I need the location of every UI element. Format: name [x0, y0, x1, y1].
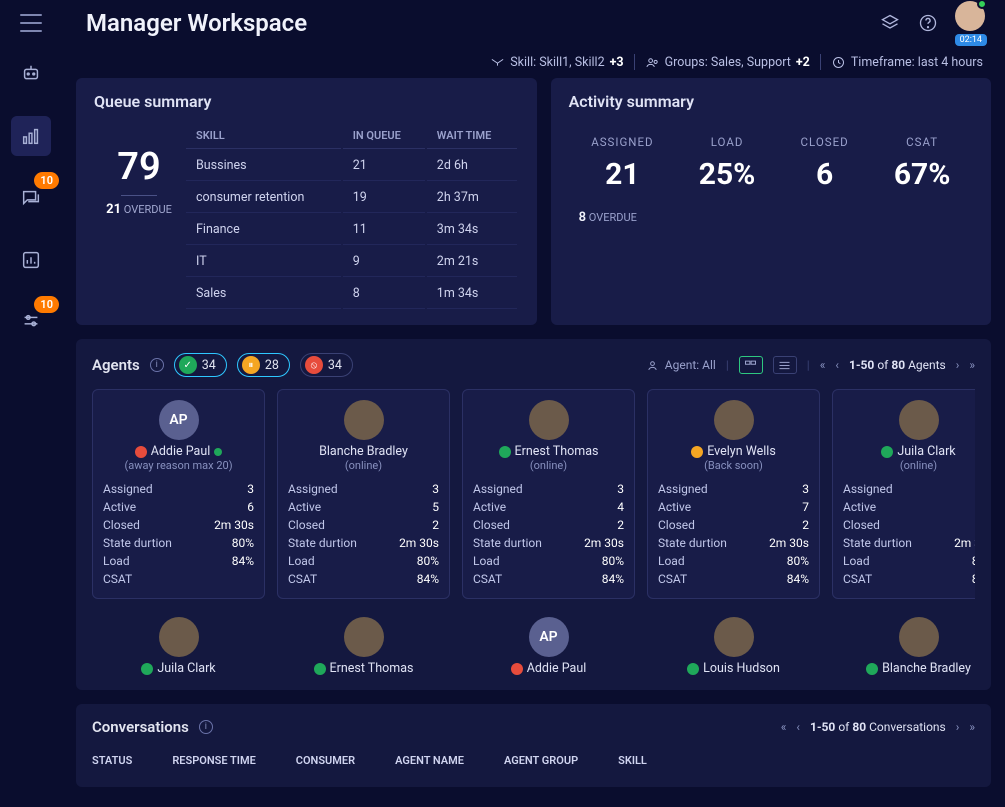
nav-analytics-icon[interactable] — [11, 116, 51, 156]
activity-summary-panel: Activity summary ASSIGNED21 LOAD25% CLOSED… — [551, 78, 991, 325]
agents-next[interactable]: › — [956, 358, 960, 372]
agent-card[interactable]: Evelyn Wells (Back soon) Assigned3 Activ… — [647, 389, 820, 599]
queue-row[interactable]: consumer retention192h 37m — [186, 183, 517, 213]
pill-offline[interactable]: ⦸34 — [300, 353, 353, 377]
agent-mini[interactable]: Ernest Thomas — [277, 617, 450, 676]
conv-col-header[interactable]: AGENT GROUP — [504, 754, 578, 767]
activity-metric: CSAT67% — [894, 135, 951, 192]
agent-card[interactable]: Juila Clark (online) Assigned3 Active2 C… — [832, 389, 975, 599]
agent-mini[interactable]: Louis Hudson — [647, 617, 820, 676]
conv-prev[interactable]: ‹ — [796, 720, 800, 734]
conversations-section: Conversations i « ‹ 1-50 of 80 Conversat… — [76, 704, 991, 787]
pill-away[interactable]: ⏸28 — [237, 353, 290, 377]
agents-first[interactable]: « — [820, 358, 826, 372]
conv-col-header[interactable]: STATUS — [92, 754, 132, 767]
page-title: Manager Workspace — [86, 9, 307, 37]
nav-report-icon[interactable] — [11, 240, 51, 280]
agent-mini[interactable]: AP Addie Paul — [462, 617, 635, 676]
conversations-title: Conversations — [92, 718, 189, 736]
agent-card[interactable]: Ernest Thomas (online) Assigned3 Active4… — [462, 389, 635, 599]
agent-mini[interactable]: Juila Clark — [92, 617, 265, 676]
filter-timeframe[interactable]: Timeframe: last 4 hours — [831, 55, 983, 70]
view-card-toggle[interactable] — [739, 356, 763, 374]
agents-section: Agents i ✓34 ⏸28 ⦸34 Agent: All | | « ‹ … — [76, 339, 991, 690]
nav-sliders-badge: 10 — [34, 296, 59, 313]
conv-col-header[interactable]: AGENT NAME — [395, 754, 464, 767]
nav-sliders-icon[interactable]: 10 — [11, 302, 51, 342]
session-time-badge: 02:14 — [955, 34, 987, 46]
layers-icon[interactable] — [879, 12, 901, 34]
conv-last[interactable]: » — [969, 720, 975, 734]
activity-title: Activity summary — [569, 92, 973, 111]
activity-metric: ASSIGNED21 — [591, 135, 653, 192]
filter-bar: Skill: Skill1, Skill2 +3 Groups: Sales, … — [62, 46, 1005, 78]
info-icon[interactable]: i — [150, 358, 164, 372]
queue-total-block: 79 21 OVERDUE — [94, 121, 184, 311]
pill-online[interactable]: ✓34 — [174, 353, 227, 377]
menu-icon[interactable] — [20, 14, 42, 32]
left-nav: 10 10 — [0, 0, 62, 807]
nav-chat-icon[interactable]: 10 — [11, 178, 51, 218]
filter-skill[interactable]: Skill: Skill1, Skill2 +3 — [490, 55, 623, 70]
agents-last[interactable]: » — [969, 358, 975, 372]
info-icon[interactable]: i — [199, 720, 213, 734]
agents-title: Agents — [92, 356, 140, 374]
queue-row[interactable]: IT92m 21s — [186, 247, 517, 277]
agent-card[interactable]: AP Addie Paul (away reason max 20) Assig… — [92, 389, 265, 599]
queue-table: SKILL IN QUEUE WAIT TIME Bussines212d 6h… — [184, 121, 519, 311]
conv-col-header[interactable]: RESPONSE TIME — [172, 754, 255, 767]
avatar — [955, 1, 985, 31]
conv-col-header[interactable]: SKILL — [618, 754, 647, 767]
agents-prev[interactable]: ‹ — [835, 358, 839, 372]
user-menu[interactable]: 02:14 — [955, 1, 987, 46]
activity-metric: CLOSED6 — [801, 135, 849, 192]
activity-metric: LOAD25% — [699, 135, 756, 192]
queue-title: Queue summary — [94, 92, 519, 111]
agent-mini[interactable]: Blanche Bradley — [832, 617, 975, 676]
conv-first[interactable]: « — [781, 720, 787, 734]
queue-row[interactable]: Bussines212d 6h — [186, 151, 517, 181]
conv-next[interactable]: › — [956, 720, 960, 734]
main-area: Manager Workspace 02:14 Skill: Skill1, S… — [62, 0, 1005, 807]
agent-scope[interactable]: Agent: All — [645, 358, 716, 373]
queue-row[interactable]: Finance113m 34s — [186, 215, 517, 245]
presence-dot — [977, 0, 987, 9]
nav-bot-icon[interactable] — [11, 54, 51, 94]
queue-row[interactable]: Sales81m 34s — [186, 279, 517, 309]
nav-chat-badge: 10 — [34, 172, 59, 189]
topbar: Manager Workspace 02:14 — [62, 0, 1005, 46]
view-list-toggle[interactable] — [773, 356, 797, 374]
agent-card[interactable]: Blanche Bradley (online) Assigned3 Activ… — [277, 389, 450, 599]
help-icon[interactable] — [917, 12, 939, 34]
conv-col-header[interactable]: CONSUMER — [296, 754, 355, 767]
filter-groups[interactable]: Groups: Sales, Support +2 — [645, 55, 810, 70]
queue-summary-panel: Queue summary 79 21 OVERDUE SKILL IN QUE… — [76, 78, 537, 325]
